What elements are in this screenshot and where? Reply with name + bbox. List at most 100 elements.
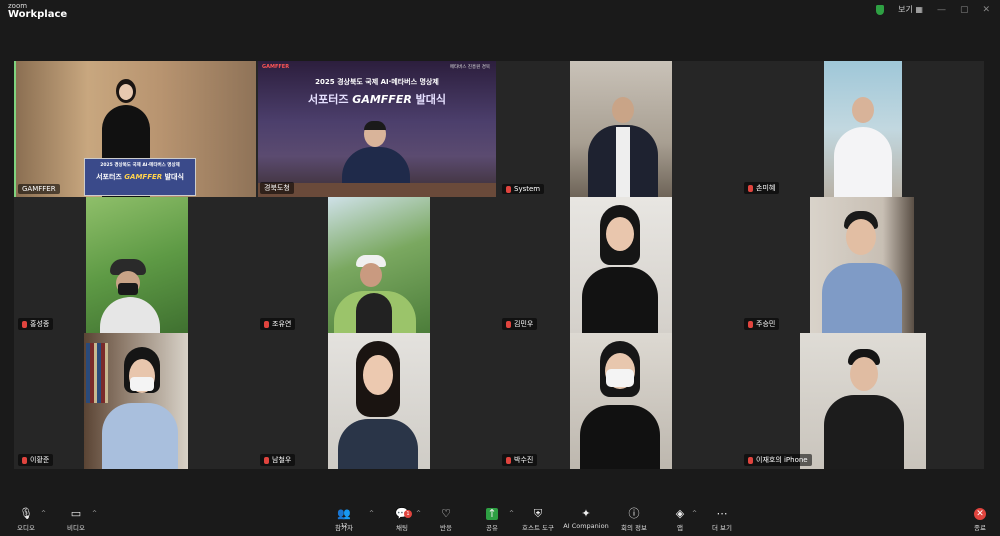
more-icon: ⋯ [716,507,728,520]
video-feed [570,197,672,333]
grid-icon: ▦ [915,5,923,14]
heart-icon: ♡ [441,507,451,520]
participants-button[interactable]: 👥12 참가자 [318,508,370,533]
sign-ceremony: 발대식 [164,173,184,181]
meeting-info-button[interactable]: ⓘ 회의 정보 [608,507,660,533]
person-silhouette [102,347,178,469]
participant-name: 경북도청 [264,184,290,192]
video-tile-hongseongjong[interactable]: 홍성종 [14,197,256,333]
video-tile-leehwangjun[interactable]: 이황준 [14,333,256,469]
participants-label: 참가자 [335,524,353,532]
participant-name: 홍성종 [30,320,50,328]
share-screen-icon: ↑ [486,507,498,520]
end-meeting-button[interactable]: ✕ 종료 [974,508,986,532]
banner-line2: 서포터즈 GAMFFER 발대식 [278,91,476,107]
participant-nameplate: 주승민 [744,318,780,330]
host-tools-label: 호스트 도구 [522,524,554,532]
participants-chevron-icon[interactable]: ^ [369,510,374,517]
banner-line1: 2025 경상북도 국제 AI·메타버스 명상제 [315,78,439,86]
participant-nameplate: 이재호의 iPhone [744,454,812,466]
ai-companion-button[interactable]: ✦ AI Companion [558,508,614,531]
mic-muted-icon [264,456,269,464]
video-tile-system[interactable]: System [498,61,740,197]
chat-label: 채팅 [396,524,408,532]
mic-muted-icon [22,320,27,328]
video-tile-kimminwoo[interactable]: 김민우 [498,197,740,333]
apps-label: 앱 [677,524,683,532]
person-silhouette [338,341,418,469]
video-tile-joyuyeon[interactable]: 조유연 [256,197,498,333]
title-bar-controls: 보기 ▦ — ▢ ✕ [876,4,990,15]
more-button[interactable]: ⋯ 더 보기 [696,507,748,533]
participant-nameplate: 김민우 [502,318,538,330]
video-tile-gamffer[interactable]: 2025 경상북도 국제 AI·메타버스 명상제 서포터즈 GAMFFER 발대… [14,61,256,197]
participant-name: 김민우 [514,320,534,328]
participant-nameplate: GAMFFER [18,184,60,194]
person-silhouette [822,211,902,333]
close-window-icon[interactable]: ✕ [982,5,990,15]
participant-name: 남철우 [272,456,292,464]
more-label: 더 보기 [711,524,732,532]
info-icon: ⓘ [628,507,640,520]
view-button[interactable]: 보기 ▦ [898,4,923,15]
view-label: 보기 [898,5,913,14]
title-bar: zoom Workplace 보기 ▦ — ▢ ✕ [0,0,1000,22]
participant-name: GAMFFER [22,185,56,193]
security-shield-icon[interactable] [876,4,885,15]
participant-nameplate: 박수진 [502,454,538,466]
microphone-icon: 🎙 [19,507,33,520]
video-label: 비디오 [67,524,85,532]
video-feed [570,333,672,469]
host-shield-icon: ⛨ [533,507,543,520]
minimize-icon[interactable]: — [937,5,946,15]
meeting-toolbar: 🎙 오디오 ^ ▭ 비디오 ^ 👥12 참가자 ^ 💬 1 채팅 ^ ♡ 반응 … [0,502,1000,536]
video-tile-ljaeho-iphone[interactable]: 이재호의 iPhone [740,333,982,469]
video-feed [86,197,188,333]
mic-muted-icon [22,456,27,464]
video-feed [810,197,914,333]
person-silhouette [834,97,892,197]
audio-label: 오디오 [17,524,35,532]
participant-name: 주승민 [756,320,776,328]
participant-name: System [514,185,541,193]
video-tile-juseungmin[interactable]: 주승민 [740,197,982,333]
participant-nameplate: 이황준 [18,454,54,466]
mic-muted-icon [264,320,269,328]
end-label: 종료 [974,524,986,532]
react-button[interactable]: ♡ 반응 [420,507,472,533]
mic-muted-icon [748,184,753,192]
end-icon: ✕ [974,508,986,520]
video-feed [328,333,430,469]
maximize-icon[interactable]: ▢ [960,5,969,15]
video-feed: GAMFFER 메타버스 진흥원 경북 2025 경상북도 국제 AI·메타버스… [258,61,496,197]
video-tile-gyeongbuk[interactable]: GAMFFER 메타버스 진흥원 경북 2025 경상북도 국제 AI·메타버스… [256,61,498,197]
video-tile-sonmihye[interactable]: 손미혜 [740,61,982,197]
video-tile-baksujin[interactable]: 박수진 [498,333,740,469]
participant-name: 이황준 [30,456,50,464]
video-feed [84,333,188,469]
mic-muted-icon [506,185,511,193]
podium-sign: 2025 경상북도 국제 AI·메타버스 명상제 서포터즈 GAMFFER 발대… [84,158,196,196]
participant-nameplate: 조유연 [260,318,296,330]
video-tile-namcheolwoo[interactable]: 남철우 [256,333,498,469]
host-tools-button[interactable]: ⛨ 호스트 도구 [512,507,564,533]
participant-nameplate: 남철우 [260,454,296,466]
sign-supporters: 서포터즈 [96,173,122,181]
video-feed: 2025 경상북도 국제 AI·메타버스 명상제 서포터즈 GAMFFER 발대… [16,61,256,197]
person-silhouette [824,349,904,469]
corner-logo-left: GAMFFER [262,64,290,70]
participant-nameplate: 손미혜 [744,182,780,194]
participant-nameplate: 홍성종 [18,318,54,330]
banner-supporters: 서포터즈 [307,93,349,106]
audio-options-chevron-icon[interactable]: ^ [41,510,46,517]
info-label: 회의 정보 [621,524,647,532]
banner-ceremony: 발대식 [415,93,447,106]
workplace-logo: Workplace [8,9,68,20]
person-silhouette [588,97,658,197]
mic-muted-icon [506,456,511,464]
mic-muted-icon [748,320,753,328]
video-feed [824,61,902,197]
person-silhouette [582,205,658,333]
video-options-chevron-icon[interactable]: ^ [92,510,97,517]
participant-name: 조유연 [272,320,292,328]
